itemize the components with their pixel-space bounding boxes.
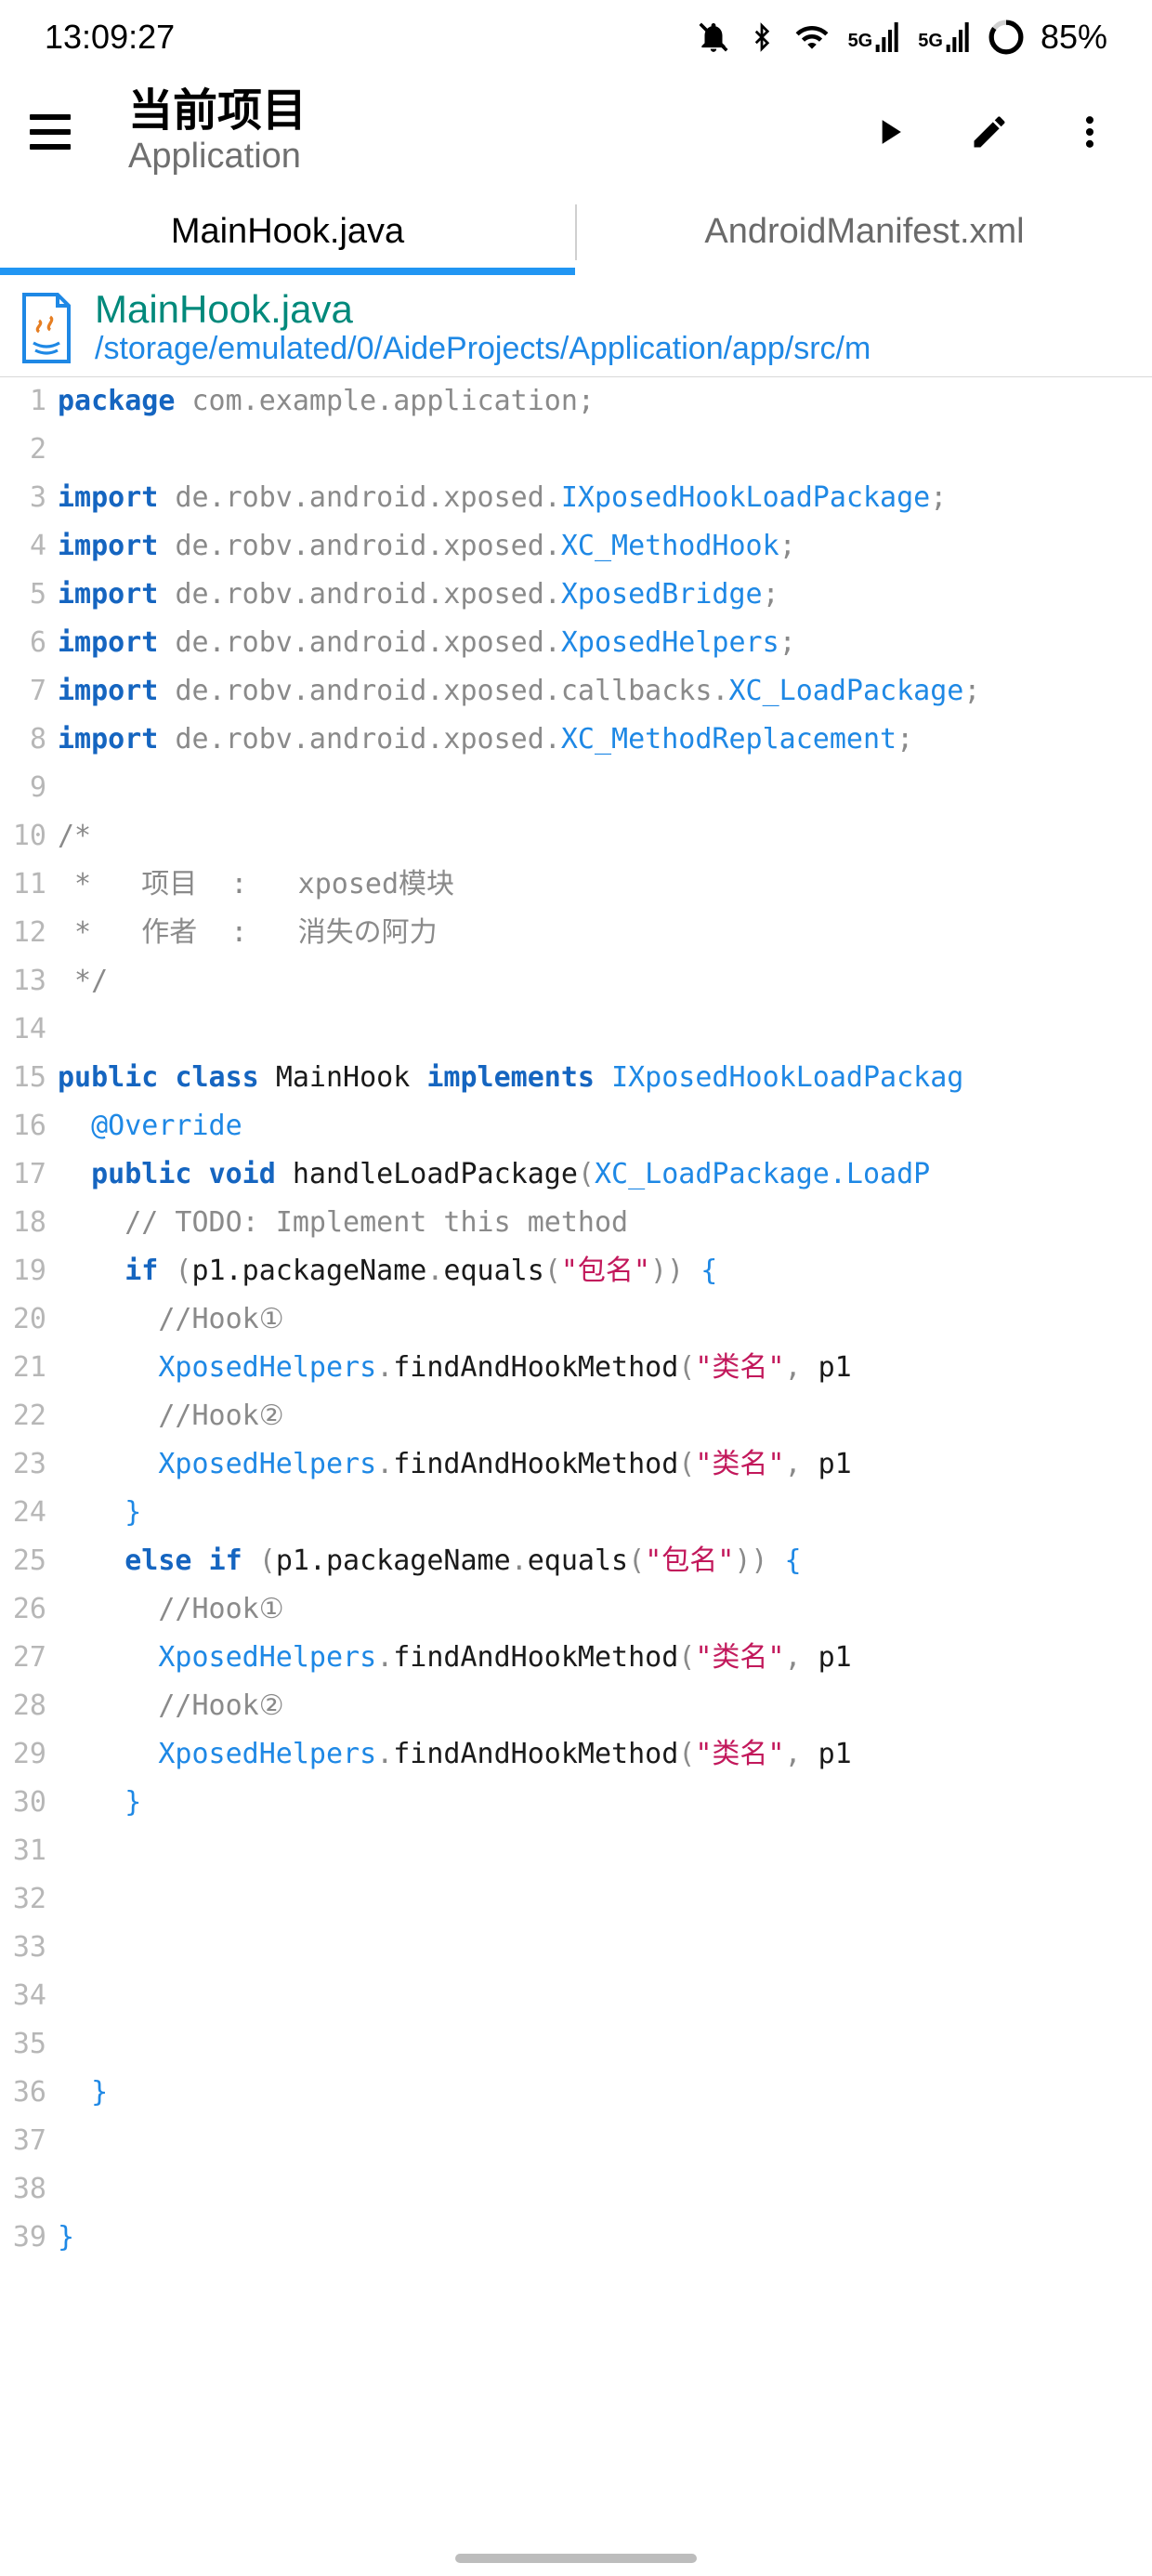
code-content[interactable]: package com.example.application; import … bbox=[58, 377, 1152, 2262]
file-name: MainHook.java bbox=[95, 288, 1135, 331]
bluetooth-icon bbox=[748, 20, 776, 55]
app-title-group: 当前项目 Application bbox=[128, 87, 864, 177]
battery-percent: 85% bbox=[1041, 18, 1107, 57]
status-time: 13:09:27 bbox=[45, 18, 175, 57]
more-vert-icon bbox=[1069, 112, 1110, 152]
mute-icon bbox=[696, 20, 731, 55]
play-icon bbox=[869, 112, 910, 152]
line-gutter: 1234567891011121314151617181920212223242… bbox=[0, 377, 58, 2262]
battery-ring-icon bbox=[988, 20, 1024, 55]
java-file-icon bbox=[17, 291, 76, 365]
edit-button[interactable] bbox=[964, 107, 1015, 157]
status-right: 5G 5G 85% bbox=[696, 18, 1107, 57]
tab-label: AndroidManifest.xml bbox=[704, 212, 1024, 252]
tab-manifest[interactable]: AndroidManifest.xml bbox=[577, 190, 1152, 274]
more-button[interactable] bbox=[1065, 107, 1115, 157]
app-title: 当前项目 bbox=[128, 87, 864, 137]
tab-label: MainHook.java bbox=[171, 212, 404, 252]
file-path: /storage/emulated/0/AideProjects/Applica… bbox=[95, 331, 1135, 367]
run-button[interactable] bbox=[864, 107, 914, 157]
pencil-icon bbox=[969, 112, 1010, 152]
signal-5g-1: 5G bbox=[848, 22, 902, 52]
app-bar: 当前项目 Application bbox=[0, 74, 1152, 190]
wifi-icon bbox=[792, 20, 831, 55]
status-bar: 13:09:27 5G 5G 85% bbox=[0, 0, 1152, 74]
home-indicator[interactable] bbox=[455, 2554, 697, 2563]
signal-5g-2: 5G bbox=[918, 22, 972, 52]
code-editor[interactable]: 1234567891011121314151617181920212223242… bbox=[0, 377, 1152, 2262]
file-header: MainHook.java /storage/emulated/0/AidePr… bbox=[0, 275, 1152, 377]
tab-mainhook[interactable]: MainHook.java bbox=[0, 190, 575, 274]
menu-button[interactable] bbox=[30, 104, 85, 160]
app-subtitle: Application bbox=[128, 137, 864, 177]
tabs: MainHook.java AndroidManifest.xml bbox=[0, 190, 1152, 275]
